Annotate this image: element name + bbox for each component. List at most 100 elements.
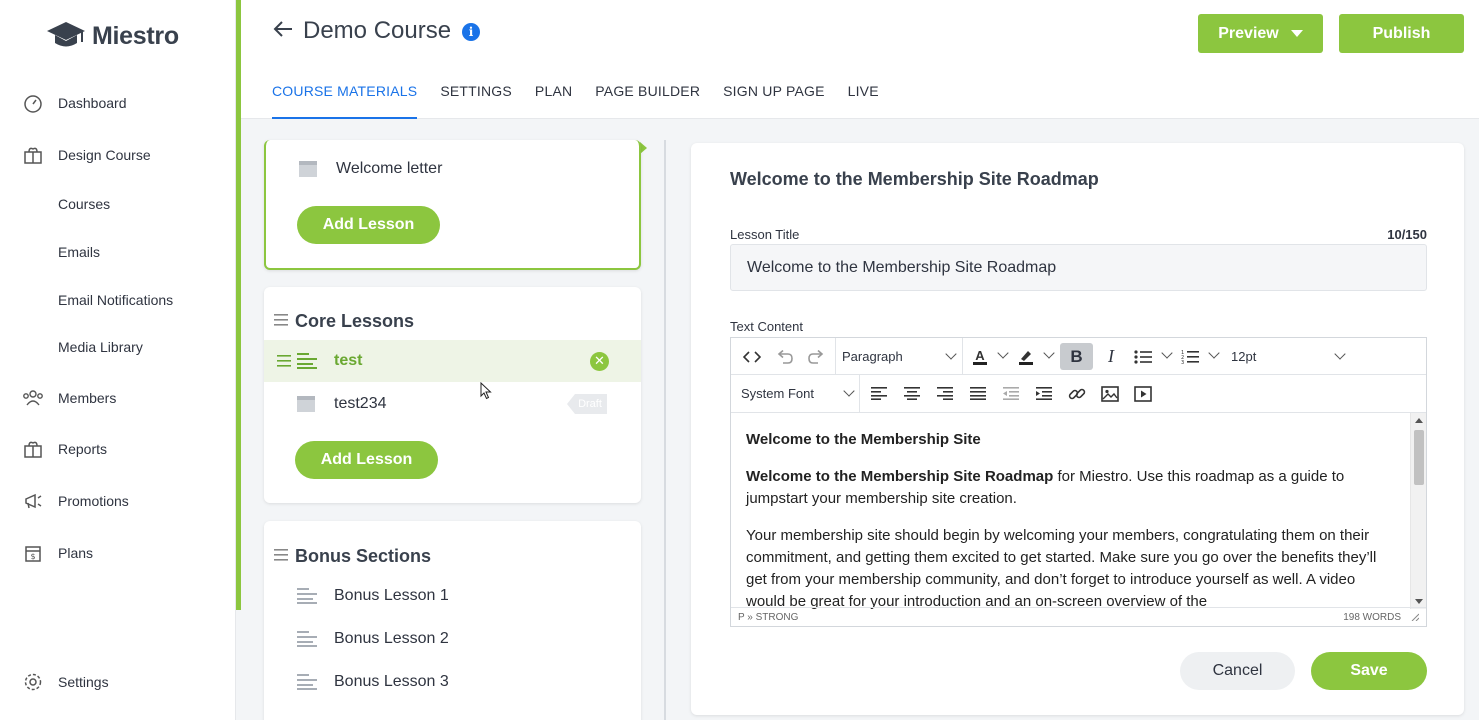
lesson-item[interactable]: Welcome letter (266, 148, 639, 190)
lesson-title: Bonus Lesson 3 (334, 673, 449, 690)
add-lesson-button[interactable]: Add Lesson (297, 206, 440, 244)
section-title[interactable]: Core Lessons (295, 311, 414, 332)
editor-toolbar-row-2: System Font (731, 375, 1426, 413)
tab-settings[interactable]: SETTINGS (440, 83, 512, 119)
lesson-title: Welcome letter (336, 160, 443, 177)
media-icon[interactable] (1130, 380, 1156, 407)
lesson-title: Bonus Lesson 2 (334, 630, 449, 647)
tab-course-materials[interactable]: COURSE MATERIALS (272, 83, 418, 119)
sidebar-item-promotions[interactable]: Promotions (22, 490, 129, 512)
chevron-down-icon[interactable] (997, 347, 1009, 359)
bold-button[interactable]: B (1060, 343, 1093, 370)
chevron-down-icon[interactable] (1043, 347, 1055, 359)
sidebar-item-courses[interactable]: Courses (58, 196, 110, 212)
gear-icon (22, 671, 44, 693)
tab-page-builder[interactable]: PAGE BUILDER (595, 83, 700, 119)
image-icon[interactable] (1097, 380, 1123, 407)
add-lesson-button[interactable]: Add Lesson (295, 441, 438, 479)
sidebar-item-settings[interactable]: Settings (22, 671, 109, 693)
sidebar-item-label: Promotions (58, 493, 129, 509)
svg-text:A: A (975, 348, 985, 363)
section-title[interactable]: Bonus Sections (295, 546, 431, 567)
sidebar-item-dashboard[interactable]: Dashboard (22, 92, 127, 114)
text-color-icon[interactable]: A (969, 343, 991, 370)
bullet-list-icon[interactable] (1130, 343, 1156, 370)
lesson-title: test234 (334, 395, 387, 412)
lesson-item[interactable]: Bonus Lesson 1 (264, 575, 641, 617)
logo[interactable]: Miestro (46, 20, 179, 52)
section-card-bonus: Bonus Sections Bonus Lesson 1 Bonus Less… (264, 521, 641, 720)
sidebar-item-label: Settings (58, 674, 109, 690)
tab-sign-up-page[interactable]: SIGN UP PAGE (723, 83, 824, 119)
sidebar-item-reports[interactable]: Reports (22, 438, 107, 460)
chevron-down-icon (1334, 348, 1346, 360)
drag-handle-icon[interactable] (274, 314, 288, 326)
toolbar-separator (859, 375, 860, 413)
align-right-icon[interactable] (932, 380, 958, 407)
editor-content[interactable]: Welcome to the Membership Site Welcome t… (731, 413, 1411, 609)
chevron-down-icon[interactable] (1208, 347, 1220, 359)
element-path[interactable]: P » STRONG (738, 612, 798, 623)
text-lines-icon (297, 588, 317, 604)
svg-text:3: 3 (1181, 360, 1184, 365)
sidebar-item-label: Members (58, 390, 117, 406)
design-course-icon (22, 144, 44, 166)
font-family-select[interactable]: System Font (741, 380, 859, 407)
course-tabs: COURSE MATERIALS SETTINGS PLAN PAGE BUIL… (272, 83, 879, 119)
cancel-button[interactable]: Cancel (1180, 652, 1295, 690)
save-button[interactable]: Save (1311, 652, 1427, 690)
lesson-item[interactable]: Bonus Lesson 2 (264, 618, 641, 660)
lesson-item[interactable]: test234 Draft (264, 383, 641, 425)
sidebar-item-members[interactable]: Members (22, 387, 116, 409)
lesson-item-active[interactable]: test ✕ (264, 340, 641, 382)
editor-scrollbar[interactable] (1410, 413, 1426, 609)
sidebar-item-media-library[interactable]: Media Library (58, 339, 143, 355)
page-title: Demo Course (303, 17, 452, 44)
lesson-title-label: Lesson Title (730, 227, 800, 242)
resize-handle-icon[interactable] (1411, 613, 1419, 621)
redo-icon[interactable] (804, 343, 830, 370)
tab-plan[interactable]: PLAN (535, 83, 572, 119)
lesson-title: Bonus Lesson 1 (334, 587, 449, 604)
app-name: Miestro (92, 21, 179, 50)
drag-handle-icon[interactable] (277, 355, 291, 367)
link-icon[interactable] (1064, 380, 1090, 407)
scroll-up-icon[interactable] (1415, 418, 1423, 423)
drag-handle-icon[interactable] (274, 549, 288, 561)
indent-icon[interactable] (1031, 380, 1057, 407)
align-center-icon[interactable] (899, 380, 925, 407)
lesson-item[interactable]: Bonus Lesson 3 (264, 661, 641, 703)
remove-lesson-icon[interactable]: ✕ (590, 351, 609, 371)
column-divider (664, 140, 666, 720)
source-code-icon[interactable] (739, 343, 765, 370)
tab-live[interactable]: LIVE (848, 83, 879, 119)
undo-icon[interactable] (771, 343, 797, 370)
sidebar-item-plans[interactable]: $ Plans (22, 542, 93, 564)
align-left-icon[interactable] (866, 380, 892, 407)
block-format-select[interactable]: Paragraph (842, 343, 962, 370)
lesson-title: test (334, 352, 363, 369)
sidebar-item-email-notifications[interactable]: Email Notifications (58, 292, 173, 308)
highlight-color-icon[interactable] (1015, 343, 1037, 370)
toolbar-separator (962, 338, 963, 375)
scroll-down-icon[interactable] (1415, 599, 1423, 604)
outdent-icon[interactable] (998, 380, 1024, 407)
preview-button[interactable]: Preview (1198, 14, 1323, 53)
font-size-value: 12pt (1231, 349, 1257, 364)
mouse-cursor-icon (480, 382, 492, 400)
publish-button[interactable]: Publish (1339, 14, 1464, 53)
plans-icon: $ (22, 542, 44, 564)
lesson-title-input[interactable] (730, 244, 1427, 291)
chevron-down-icon[interactable] (1161, 347, 1173, 359)
sidebar-item-design-course[interactable]: Design Course (22, 144, 151, 166)
word-count: 198 WORDS (1343, 611, 1401, 623)
italic-button[interactable]: I (1098, 343, 1124, 370)
rich-text-editor: Paragraph A B I 123 12pt System Font Wel… (730, 337, 1427, 627)
scroll-thumb[interactable] (1414, 430, 1424, 485)
info-icon[interactable]: i (462, 23, 480, 41)
font-size-select[interactable]: 12pt (1231, 343, 1351, 370)
numbered-list-icon[interactable]: 123 (1177, 343, 1203, 370)
back-arrow-icon[interactable] (272, 18, 294, 40)
sidebar-item-emails[interactable]: Emails (58, 244, 100, 260)
align-justify-icon[interactable] (965, 380, 991, 407)
